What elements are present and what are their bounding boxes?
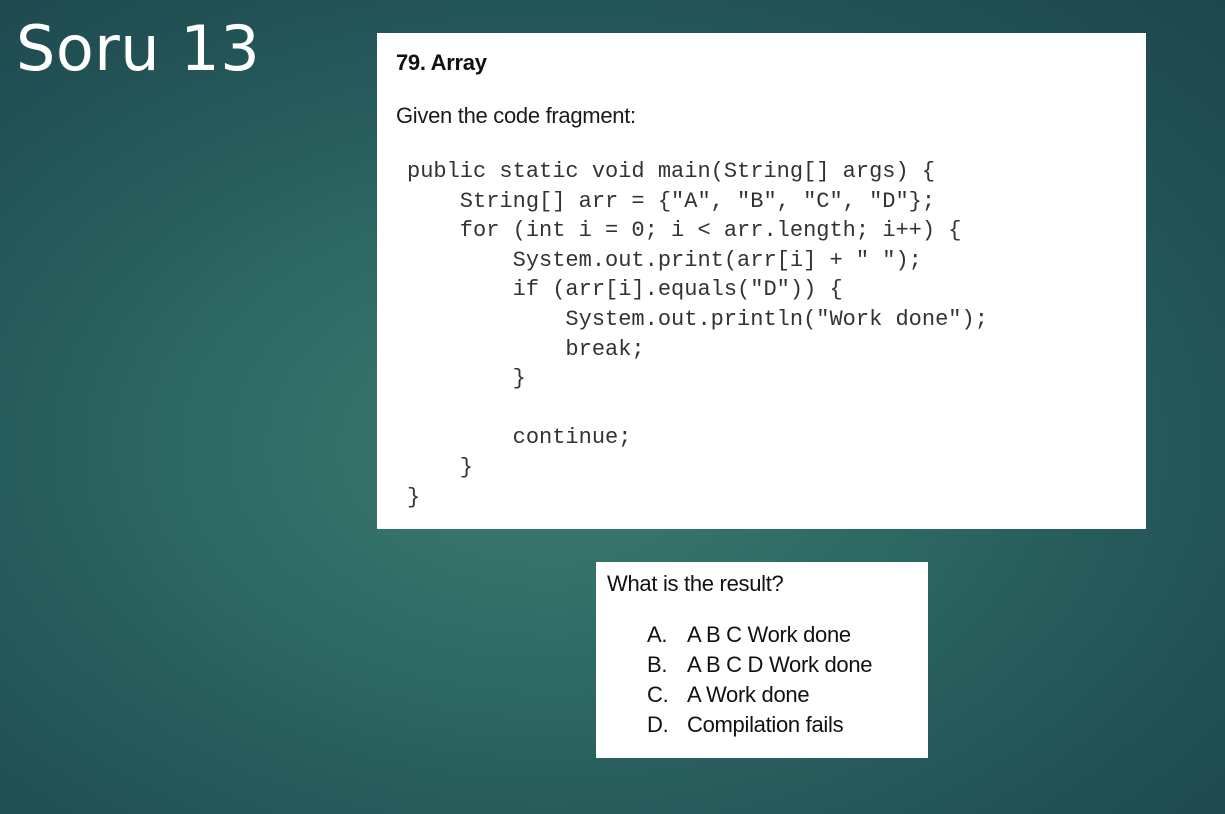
option-letter: D. (647, 712, 669, 737)
answer-option-b: B. A B C D Work done (647, 650, 873, 680)
option-text: A B C D Work done (687, 652, 873, 677)
answer-option-d: D. Compilation fails (647, 710, 872, 740)
question-intro: Given the code fragment: (396, 103, 636, 128)
slide-title: Soru 13 (16, 12, 261, 85)
option-text: A B C Work done (687, 622, 851, 647)
code-fragment: public static void main(String[] args) {… (407, 159, 988, 510)
answer-options: A. A B C Work done B. A B C D Work done C.… (647, 620, 873, 740)
question-heading: 79. Array (396, 50, 487, 75)
question-panel: 79. Array Given the code fragment: publi… (377, 33, 1146, 529)
answer-prompt: What is the result? (607, 571, 784, 596)
answer-panel: What is the result? A. A B C Work done B.… (596, 562, 928, 758)
option-letter: A. (647, 622, 668, 647)
answer-option-c: C. A Work done (647, 680, 872, 710)
option-text: Compilation fails (687, 712, 844, 737)
option-text: A Work done (687, 682, 810, 707)
option-letter: B. (647, 652, 668, 677)
answer-option-a: A. A B C Work done (647, 620, 872, 650)
option-letter: C. (647, 682, 669, 707)
